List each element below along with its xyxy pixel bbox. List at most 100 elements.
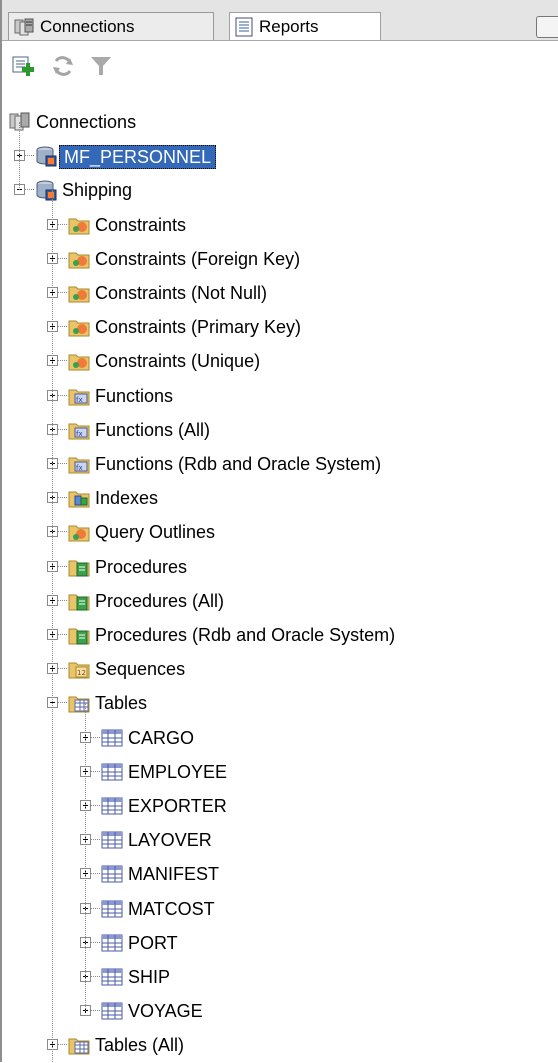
schema-node[interactable]: Procedures (All) bbox=[2, 584, 558, 618]
table-icon bbox=[101, 900, 123, 918]
node-label: Functions (All) bbox=[95, 419, 211, 440]
constraints-folder-icon bbox=[68, 218, 90, 235]
schema-node[interactable]: fx Functions bbox=[2, 379, 558, 413]
node-label: Shipping bbox=[62, 180, 133, 201]
procedures-folder-icon bbox=[68, 628, 90, 645]
node-label: LAYOVER bbox=[128, 830, 212, 851]
node-label: Query Outlines bbox=[95, 522, 216, 543]
tab-connections[interactable]: Connections bbox=[8, 12, 214, 40]
schema-node[interactable]: Procedures (Rdb and Oracle System) bbox=[2, 618, 558, 652]
sequences-folder-icon: 12 bbox=[68, 662, 90, 679]
node-label: Procedures (All) bbox=[95, 590, 225, 611]
tree-connector bbox=[58, 1044, 67, 1046]
tables-folder-icon bbox=[68, 696, 90, 713]
tree-connector bbox=[58, 668, 67, 670]
database-icon bbox=[36, 180, 57, 201]
connection-node[interactable]: MF_PERSONNEL bbox=[2, 139, 558, 173]
tree-connector bbox=[91, 1010, 100, 1012]
functions-folder-icon: fx bbox=[68, 457, 90, 474]
node-label: EMPLOYEE bbox=[128, 761, 228, 782]
connections-icon bbox=[9, 112, 30, 131]
schema-node[interactable]: Constraints (Unique) bbox=[2, 344, 558, 378]
tree-connector bbox=[58, 292, 67, 293]
svg-text:fx: fx bbox=[76, 464, 83, 472]
tree-connector bbox=[58, 531, 67, 533]
connections-panel: Connections Reports Connections MF_PERSO… bbox=[0, 0, 558, 1062]
tree-connector bbox=[58, 360, 67, 362]
node-label: Tables (All) bbox=[95, 1035, 185, 1056]
node-label: Constraints bbox=[95, 214, 187, 235]
node-label: Connections bbox=[36, 112, 137, 132]
tab-strip: Connections Reports bbox=[2, 0, 558, 41]
schema-node[interactable]: Constraints (Not Null) bbox=[2, 276, 558, 310]
node-label: MANIFEST bbox=[128, 864, 220, 885]
schema-node[interactable]: Constraints (Foreign Key) bbox=[2, 242, 558, 276]
refresh-button[interactable] bbox=[48, 51, 78, 81]
tree-connector bbox=[91, 736, 100, 738]
schema-node[interactable]: Procedures bbox=[2, 550, 558, 584]
schema-node[interactable]: Query Outlines bbox=[2, 515, 558, 549]
svg-text:12: 12 bbox=[77, 669, 86, 677]
tree-connector bbox=[58, 428, 67, 430]
node-label: MATCOST bbox=[128, 898, 215, 919]
tree-connector bbox=[91, 907, 100, 909]
tree-connector bbox=[58, 326, 67, 328]
node-label: Procedures (Rdb and Oracle System) bbox=[95, 625, 396, 645]
functions-folder-icon: fx bbox=[68, 423, 90, 440]
tree-connector bbox=[91, 839, 100, 841]
constraints-folder-icon bbox=[68, 354, 90, 371]
database-icon bbox=[36, 146, 57, 167]
table-icon bbox=[101, 865, 123, 883]
table-icon bbox=[101, 934, 123, 952]
node-label: SHIP bbox=[128, 967, 171, 987]
node-label: Constraints (Not Null) bbox=[95, 283, 268, 303]
tree-connector bbox=[85, 703, 86, 1012]
node-label: EXPORTER bbox=[128, 796, 227, 816]
table-icon bbox=[101, 831, 123, 849]
table-icon bbox=[101, 763, 123, 781]
tree-connector bbox=[91, 770, 100, 772]
node-label: Procedures bbox=[95, 556, 188, 577]
schema-node[interactable]: Tables (All) bbox=[2, 1028, 558, 1062]
connections-icon bbox=[14, 18, 34, 35]
tree-connector bbox=[52, 190, 53, 1062]
tables-folder-icon bbox=[68, 1038, 90, 1055]
new-connection-button[interactable] bbox=[9, 51, 39, 81]
node-label: Constraints (Primary Key) bbox=[95, 317, 302, 338]
schema-node[interactable]: 12 Sequences bbox=[2, 652, 558, 686]
schema-node[interactable]: Constraints bbox=[2, 208, 558, 242]
schema-node[interactable]: fx Functions (All) bbox=[2, 413, 558, 447]
tree-connector bbox=[58, 702, 67, 704]
node-label: MF_PERSONNEL bbox=[59, 145, 217, 170]
tree-connector bbox=[19, 122, 20, 191]
svg-text:fx: fx bbox=[76, 396, 83, 404]
tab-reports[interactable]: Reports bbox=[229, 12, 381, 40]
refresh-icon bbox=[53, 56, 73, 76]
procedures-folder-icon bbox=[68, 594, 90, 611]
table-icon bbox=[101, 1002, 123, 1020]
connection-node[interactable]: Shipping bbox=[2, 173, 558, 207]
schema-node[interactable]: Indexes bbox=[2, 481, 558, 515]
table-icon bbox=[101, 968, 123, 986]
tab-label: Reports bbox=[259, 16, 319, 36]
procedures-folder-icon bbox=[68, 560, 90, 577]
node-label: CARGO bbox=[128, 727, 195, 748]
functions-folder-icon: fx bbox=[68, 389, 90, 406]
reports-icon bbox=[235, 17, 253, 36]
node-label: VOYAGE bbox=[128, 1001, 203, 1022]
node-label: Sequences bbox=[95, 659, 186, 680]
minimize-button[interactable] bbox=[536, 16, 558, 38]
tree-connector bbox=[58, 223, 67, 225]
node-label: Constraints (Foreign Key) bbox=[95, 248, 301, 269]
tree-connector bbox=[58, 599, 67, 601]
svg-text:fx: fx bbox=[76, 430, 83, 438]
constraints-folder-icon bbox=[68, 286, 90, 303]
schema-node[interactable]: fx Functions (Rdb and Oracle System) bbox=[2, 447, 558, 481]
constraints-folder-icon bbox=[68, 320, 90, 337]
schema-node[interactable]: Constraints (Primary Key) bbox=[2, 310, 558, 344]
filter-button[interactable] bbox=[86, 51, 116, 81]
tree-connector bbox=[91, 976, 100, 977]
node-label: Functions bbox=[95, 385, 174, 406]
filter-icon bbox=[91, 57, 111, 75]
query-outlines-folder-icon bbox=[68, 525, 90, 542]
